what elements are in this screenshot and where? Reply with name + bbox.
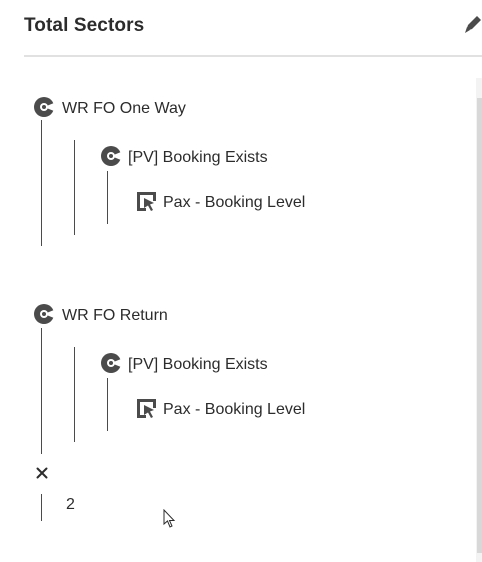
segment-label: [PV] Booking Exists <box>128 149 268 166</box>
edit-button[interactable] <box>462 12 482 36</box>
tree-line <box>107 378 108 431</box>
segment-icon <box>34 97 54 117</box>
mouse-cursor-icon <box>163 509 176 528</box>
tree-line <box>41 120 42 246</box>
dimension-icon <box>137 399 156 418</box>
segment-pv-booking-exists[interactable]: [PV] Booking Exists <box>100 145 268 167</box>
pencil-icon <box>465 16 481 33</box>
dimension-pax-booking-level[interactable]: Pax - Booking Level <box>136 398 305 419</box>
dimension-icon <box>137 192 156 211</box>
scrollbar-thumb[interactable] <box>477 98 482 553</box>
segment-icon <box>34 304 54 324</box>
segment-icon <box>101 146 121 166</box>
tree-line <box>74 140 75 235</box>
panel-title: Total Sectors <box>24 15 145 36</box>
tree-line <box>41 328 42 454</box>
title-divider <box>24 55 482 57</box>
dimension-pax-booking-level[interactable]: Pax - Booking Level <box>136 191 305 212</box>
segment-icon <box>101 353 121 373</box>
segment-label: [PV] Booking Exists <box>128 356 268 373</box>
multiply-operator[interactable] <box>36 466 48 484</box>
container-wr-fo-one-way[interactable]: WR FO One Way <box>33 96 186 118</box>
container-label: WR FO One Way <box>62 100 186 117</box>
static-number-value[interactable]: 2 <box>66 496 75 514</box>
container-wr-fo-return[interactable]: WR FO Return <box>33 303 168 325</box>
dimension-label: Pax - Booking Level <box>163 193 306 211</box>
dimension-label: Pax - Booking Level <box>163 400 306 418</box>
container-label: WR FO Return <box>62 307 168 324</box>
segment-pv-booking-exists[interactable]: [PV] Booking Exists <box>100 352 268 374</box>
total-sectors-panel: Total Sectors WR FO One Way [PV] Booking… <box>0 0 482 562</box>
tree-line <box>107 171 108 224</box>
multiply-icon <box>36 467 48 479</box>
tree-line <box>74 347 75 442</box>
tree-line <box>41 494 42 521</box>
